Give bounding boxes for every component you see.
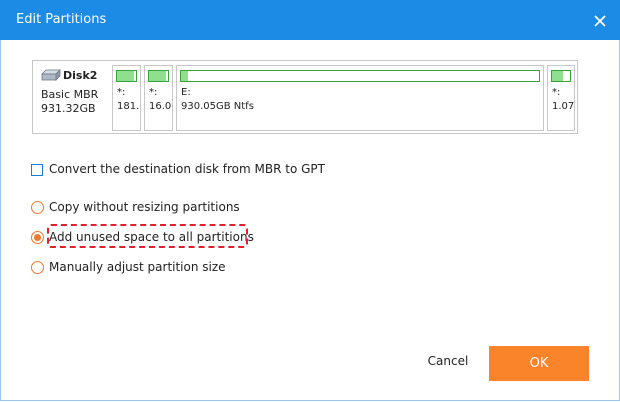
disk-size: 931.32GB: [41, 102, 96, 115]
disk-name: Disk2: [63, 69, 98, 82]
partition-1[interactable]: *: 181.: [112, 65, 141, 131]
manually-adjust-radio[interactable]: [31, 261, 44, 274]
copy-without-resizing-radio[interactable]: [31, 201, 44, 214]
partition-label: *:: [149, 87, 158, 98]
copy-without-resizing-label: Copy without resizing partitions: [49, 200, 240, 214]
partition-usage-bar: [551, 70, 571, 82]
partition-usage-bar: [148, 70, 169, 82]
partition-label: *:: [552, 87, 561, 98]
partition-usage-fill: [117, 71, 135, 81]
disk-icon: [41, 69, 61, 81]
convert-gpt-checkbox[interactable]: [31, 164, 43, 176]
cancel-button[interactable]: Cancel: [414, 354, 482, 374]
disk-map-panel: Disk2 Basic MBR 931.32GB *: 181. *: 16.0…: [32, 60, 578, 134]
ok-button[interactable]: OK: [489, 346, 589, 381]
partition-size: 1.07: [552, 101, 575, 112]
partition-size: 16.0: [149, 101, 172, 112]
close-icon[interactable]: [590, 11, 610, 31]
partition-3[interactable]: E: 930.05GB Ntfs: [176, 65, 544, 131]
partition-usage-fill: [552, 71, 563, 81]
partition-usage-bar: [116, 70, 137, 82]
highlight-annotation: [47, 224, 248, 248]
window-title: Edit Partitions: [16, 12, 107, 27]
disk-info: Disk2 Basic MBR 931.32GB: [35, 63, 111, 129]
partition-label: *:: [117, 87, 126, 98]
partition-usage-fill: [149, 71, 167, 81]
partition-size: 930.05GB Ntfs: [181, 101, 254, 112]
partition-4[interactable]: *: 1.07: [547, 65, 575, 131]
disk-type: Basic MBR: [41, 88, 99, 101]
partition-usage-bar: [180, 70, 540, 82]
partition-2[interactable]: *: 16.0: [144, 65, 173, 131]
manually-adjust-label: Manually adjust partition size: [49, 260, 226, 274]
convert-gpt-label: Convert the destination disk from MBR to…: [49, 162, 325, 176]
partition-usage-fill: [181, 71, 189, 81]
partition-label: E:: [181, 87, 191, 98]
add-unused-space-radio[interactable]: [31, 231, 44, 244]
title-bar: Edit Partitions: [0, 0, 620, 40]
partition-size: 181.: [117, 101, 140, 112]
